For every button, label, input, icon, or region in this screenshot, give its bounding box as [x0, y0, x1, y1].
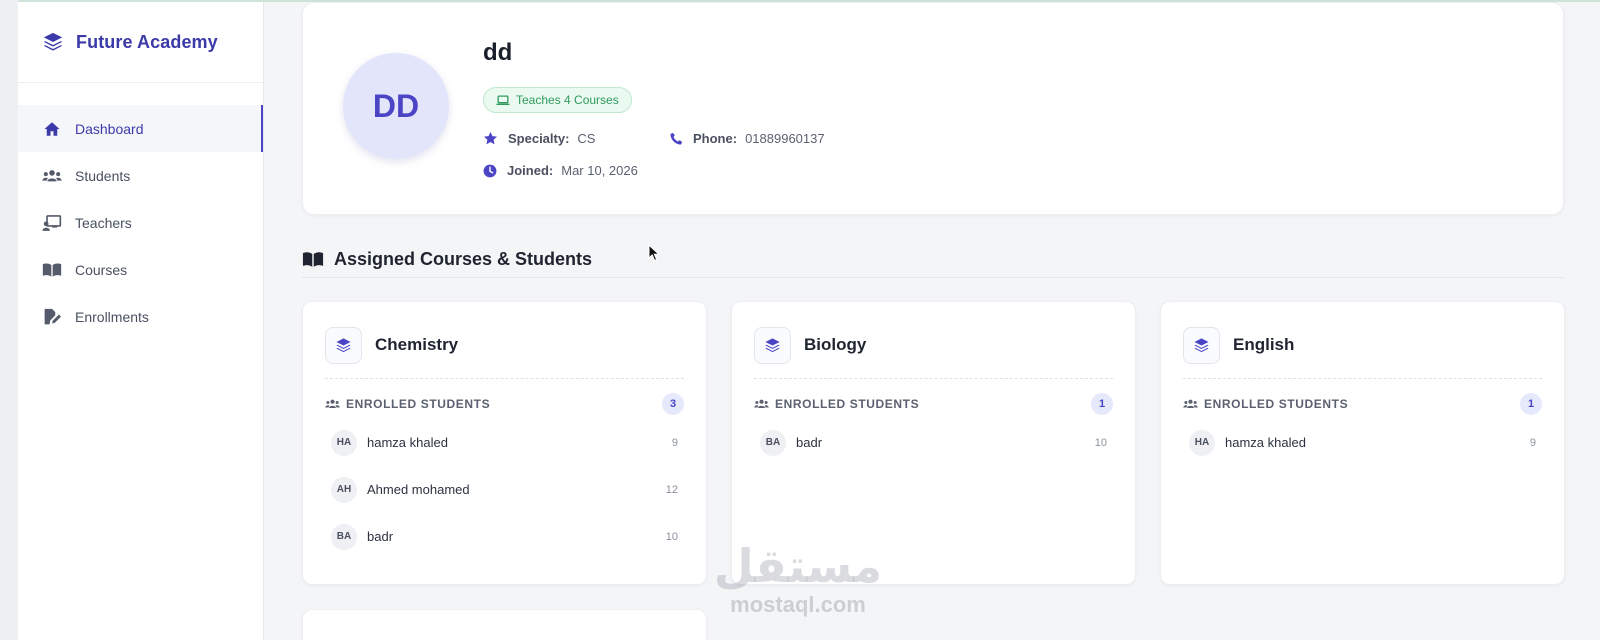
student-value: 12: [665, 483, 678, 496]
enrolled-header: ENROLLED STUDENTS 3: [325, 393, 684, 415]
student-avatar: HA: [331, 429, 357, 456]
section-header: Assigned Courses & Students: [302, 242, 1564, 278]
divider: [754, 378, 1113, 379]
student-avatar: HA: [1189, 429, 1215, 456]
sidebar-item-teachers[interactable]: Teachers: [18, 199, 263, 246]
brand[interactable]: Future Academy: [18, 2, 263, 83]
joined-row: Joined: Mar 10, 2026: [483, 163, 638, 178]
student-value: 9: [671, 436, 678, 449]
course-name: Biology: [804, 335, 867, 354]
users-icon: [1183, 399, 1198, 409]
mouse-cursor-icon: [648, 244, 660, 262]
student-avatar: AH: [331, 476, 357, 503]
phone-label: Phone:: [693, 131, 738, 146]
section-title: Assigned Courses & Students: [334, 249, 593, 269]
student-name: Ahmed mohamed: [367, 482, 470, 497]
phone-value: 01889960137: [745, 131, 825, 146]
student-name: badr: [796, 435, 823, 450]
badge-text: Teaches 4 Courses: [516, 93, 619, 107]
course-card-biology[interactable]: Biology ENROLLED STUDENTS 1 BA badr 10: [731, 301, 1136, 585]
student-name: hamza khaled: [1225, 435, 1306, 450]
sidebar-nav: Dashboard Students Teachers Courses Enro…: [18, 83, 263, 340]
laptop-icon: [496, 94, 510, 105]
student-row[interactable]: AH Ahmed mohamed 12: [331, 466, 678, 513]
specialty-row: Specialty: CS: [483, 131, 595, 146]
joined-value: Mar 10, 2026: [561, 163, 638, 178]
users-icon: [325, 399, 340, 409]
layers-icon: [43, 32, 63, 51]
phone-row: Phone: 01889960137: [669, 131, 825, 146]
course-card-chemistry[interactable]: Chemistry ENROLLED STUDENTS 3 HA hamza k…: [302, 301, 707, 585]
sidebar-item-label: Dashboard: [75, 120, 144, 137]
layers-icon: [754, 326, 791, 364]
student-row[interactable]: BA badr 10: [760, 419, 1107, 466]
student-name: badr: [367, 529, 394, 544]
course-name: Chemistry: [375, 335, 459, 354]
student-avatar: BA: [331, 523, 357, 550]
sidebar-item-enrollments[interactable]: Enrollments: [18, 293, 263, 340]
book-open-icon: [302, 252, 324, 267]
chalkboard-teacher-icon: [42, 213, 62, 233]
enrolled-count-badge: 1: [1520, 393, 1542, 415]
student-list: HA hamza khaled 9: [1161, 419, 1564, 466]
phone-icon: [670, 132, 683, 145]
home-icon: [42, 119, 62, 139]
layers-icon: [1183, 326, 1220, 364]
sidebar-item-dashboard[interactable]: Dashboard: [18, 105, 263, 152]
brand-name: Future Academy: [76, 31, 218, 52]
teacher-profile-card: DD dd Teaches 4 Courses Specialty: CS Ph…: [302, 2, 1564, 215]
sidebar-item-label: Teachers: [75, 214, 132, 231]
course-header: English: [1183, 326, 1542, 364]
avatar: DD: [343, 53, 449, 159]
student-row[interactable]: BA badr 10: [331, 513, 678, 560]
enrolled-header: ENROLLED STUDENTS 1: [754, 393, 1113, 415]
specialty-value: CS: [577, 131, 596, 146]
enrolled-label: ENROLLED STUDENTS: [775, 397, 920, 411]
courses-count-badge: Teaches 4 Courses: [483, 87, 632, 113]
star-icon: [484, 131, 497, 145]
sidebar-item-label: Students: [75, 167, 131, 184]
clock-icon: [483, 164, 497, 177]
users-icon: [754, 399, 769, 409]
student-value: 10: [1094, 436, 1107, 449]
specialty-label: Specialty:: [508, 131, 570, 146]
sidebar-item-courses[interactable]: Courses: [18, 246, 263, 293]
enrolled-count-badge: 3: [662, 393, 684, 415]
sidebar: Future Academy Dashboard Students Teache…: [18, 2, 264, 640]
enrolled-label: ENROLLED STUDENTS: [346, 397, 491, 411]
enrolled-label: ENROLLED STUDENTS: [1204, 397, 1349, 411]
sidebar-item-label: Courses: [75, 261, 128, 278]
student-row[interactable]: HA hamza khaled 9: [1189, 419, 1536, 466]
book-icon: [42, 260, 62, 280]
student-value: 9: [1529, 436, 1536, 449]
course-card-english[interactable]: English ENROLLED STUDENTS 1 HA hamza kha…: [1160, 301, 1565, 585]
enrolled-count-badge: 1: [1091, 393, 1113, 415]
course-header: Biology: [754, 326, 1113, 364]
course-name: English: [1233, 335, 1295, 354]
edit-document-icon: [42, 307, 62, 327]
sidebar-item-label: Enrollments: [75, 308, 149, 325]
divider: [325, 378, 684, 379]
student-name: hamza khaled: [367, 435, 448, 450]
course-header: Chemistry: [325, 326, 684, 364]
student-list: BA badr 10: [732, 419, 1135, 466]
enrolled-header: ENROLLED STUDENTS 1: [1183, 393, 1542, 415]
divider: [1183, 378, 1542, 379]
student-row[interactable]: HA hamza khaled 9: [331, 419, 678, 466]
users-icon: [42, 166, 62, 186]
window-left-edge: [0, 0, 18, 640]
layers-icon: [325, 326, 362, 364]
student-list: HA hamza khaled 9 AH Ahmed mohamed 12 BA…: [303, 419, 706, 560]
sidebar-item-students[interactable]: Students: [18, 152, 263, 199]
student-avatar: BA: [760, 429, 786, 456]
joined-label: Joined:: [507, 163, 554, 178]
course-card-partial[interactable]: [302, 609, 707, 640]
watermark-latin: mostaql.com: [730, 592, 866, 617]
student-value: 10: [665, 530, 678, 543]
teacher-name: dd: [483, 39, 513, 66]
